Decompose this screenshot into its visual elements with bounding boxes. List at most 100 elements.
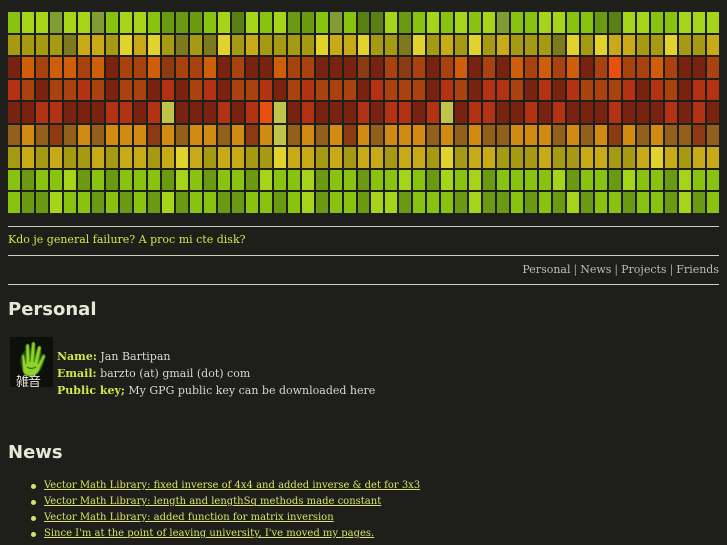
banner-tile [693, 79, 706, 101]
banner-tile [399, 102, 412, 123]
banner-tile [119, 192, 132, 213]
banner-tile [623, 124, 636, 146]
banner-tile [105, 57, 118, 78]
banner-tile [651, 12, 664, 33]
banner-tile [511, 34, 524, 56]
news-link[interactable]: Since I'm at the point of leaving univer… [44, 528, 374, 539]
banner-tile [245, 124, 258, 146]
name-value: Jan Bartipan [100, 350, 171, 363]
nav-separator: | [573, 263, 578, 276]
banner-tile [679, 102, 692, 123]
nav-link-personal[interactable]: Personal [522, 263, 570, 276]
banner-tile [147, 147, 160, 168]
gpg-text: My GPG public key can be downloaded [128, 384, 347, 397]
banner-tile [651, 79, 664, 101]
banner-tile [329, 169, 342, 191]
banner-tile [455, 79, 468, 101]
banner-tile [441, 124, 454, 146]
banner-tile [371, 147, 384, 168]
banner-tile [217, 12, 230, 33]
banner-tile [539, 169, 552, 191]
banner-tile [511, 147, 524, 168]
banner-tile [273, 12, 286, 33]
banner-tile [567, 79, 580, 101]
banner-tile [91, 12, 104, 33]
banner-tile [623, 192, 636, 213]
banner-tile [357, 79, 370, 101]
banner-tile [665, 34, 678, 56]
banner-tile [441, 169, 454, 191]
banner-tile [637, 147, 650, 168]
nav-link-friends[interactable]: Friends [676, 263, 719, 276]
banner-tile [49, 169, 62, 191]
banner-tile [581, 79, 594, 101]
banner-tile [581, 34, 594, 56]
news-link[interactable]: Vector Math Library: length and lengthSq… [44, 496, 381, 507]
banner-tile [91, 57, 104, 78]
banner-tile [343, 147, 356, 168]
banner-tile [413, 57, 426, 78]
banner-tile [497, 147, 510, 168]
banner-tile [147, 12, 160, 33]
nav-link-news[interactable]: News [580, 263, 611, 276]
banner-tile [385, 57, 398, 78]
banner-tile [525, 79, 538, 101]
banner-tile [343, 192, 356, 213]
banner-tile [287, 192, 300, 213]
banner-tile [623, 34, 636, 56]
banner-tile [91, 147, 104, 168]
banner-tile [651, 147, 664, 168]
banner-tile [679, 12, 692, 33]
banner-tile [105, 34, 118, 56]
banner-tile [287, 102, 300, 123]
banner-tile [231, 124, 244, 146]
banner-tile [413, 102, 426, 123]
banner-tile [8, 34, 20, 56]
banner-tile [553, 12, 566, 33]
banner-tile [21, 79, 34, 101]
banner-tile [357, 124, 370, 146]
gpg-download-link[interactable]: here [350, 384, 375, 397]
banner-tile [329, 102, 342, 123]
banner-tile [679, 79, 692, 101]
banner-tile [329, 147, 342, 168]
banner-tile [441, 102, 454, 123]
banner-tile [259, 57, 272, 78]
banner-tile [133, 12, 146, 33]
banner-tile [693, 34, 706, 56]
banner-tile [343, 102, 356, 123]
avatar: 雑音 [10, 337, 53, 387]
banner-tile [441, 147, 454, 168]
banner-tile [343, 34, 356, 56]
banner-tile [63, 147, 76, 168]
banner-tile [287, 12, 300, 33]
banner-tile [231, 169, 244, 191]
banner-tile [357, 102, 370, 123]
banner-tile [119, 102, 132, 123]
banner-tile [21, 34, 34, 56]
banner-tile [399, 79, 412, 101]
banner-tile [147, 169, 160, 191]
banner-tile [315, 192, 328, 213]
news-link[interactable]: Vector Math Library: added function for … [44, 512, 334, 523]
banner-tile [595, 102, 608, 123]
banner-tile [217, 79, 230, 101]
banner-tile [539, 147, 552, 168]
banner-tile [483, 12, 496, 33]
banner-tile [63, 79, 76, 101]
banner-tile [245, 102, 258, 123]
banner-tile [35, 192, 48, 213]
banner-tile [49, 12, 62, 33]
banner-tile [455, 192, 468, 213]
banner-tile [175, 79, 188, 101]
news-item: Vector Math Library: fixed inverse of 4x… [27, 478, 420, 494]
banner-tile [63, 12, 76, 33]
banner-tile [315, 12, 328, 33]
nav-link-projects[interactable]: Projects [621, 263, 666, 276]
banner-tile [203, 34, 216, 56]
banner-tile [679, 147, 692, 168]
banner-tile [595, 79, 608, 101]
banner-tile [623, 147, 636, 168]
banner-tile [651, 102, 664, 123]
news-link[interactable]: Vector Math Library: fixed inverse of 4x… [44, 480, 420, 491]
